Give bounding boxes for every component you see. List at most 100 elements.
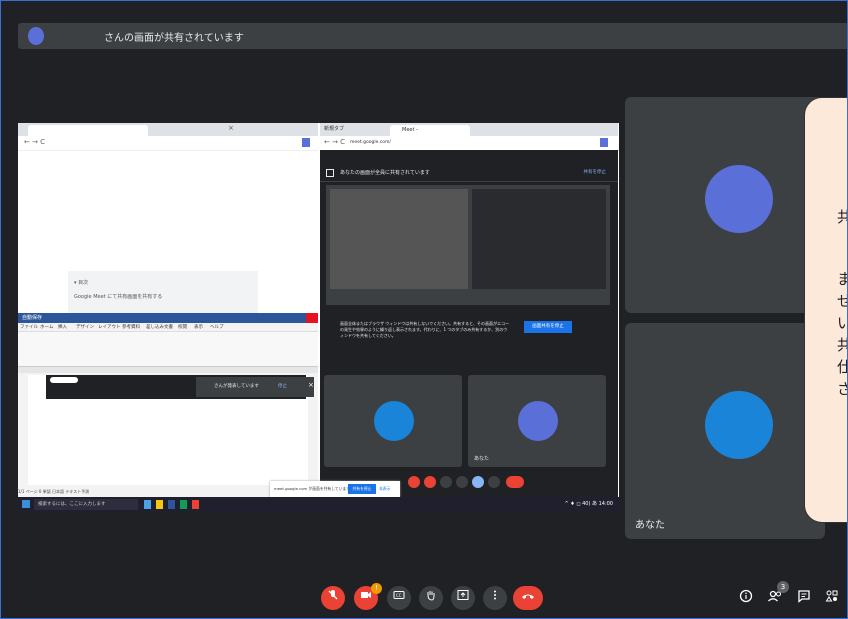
word-ruler [18, 367, 318, 373]
taskbar-search: 検索するには、ここに入力します [34, 499, 138, 510]
raise-hand-button[interactable] [419, 586, 443, 610]
word-page: さんが発表しています 停止 × [28, 375, 314, 485]
mirror-warning-text: 画面全体またはブラウザ ウィンドウは共有しないでください。共有すると、その画面が… [340, 321, 509, 338]
participant-label: あなた [635, 520, 665, 531]
left-browser-tabs: × [18, 123, 318, 136]
chrome-icon [180, 500, 187, 509]
word-menu-item: デザイン [76, 325, 94, 330]
meeting-controls: ! CC 3 [1, 581, 847, 618]
more-vert-icon [494, 590, 496, 600]
windows-taskbar: 検索するには、ここに入力します ^ ♦ ◻ 40) あ 14:00 [18, 497, 619, 513]
camera-off-icon [361, 592, 371, 598]
mini-more-icon [488, 476, 500, 488]
toc-heading: ▾ 目次 [74, 280, 89, 286]
mic-off-icon [328, 590, 338, 600]
callout-text: さ [837, 378, 847, 399]
presenter-avatar [28, 27, 44, 45]
stop-share-button: 画面共有を停止 [524, 321, 572, 333]
word-menu-item: ホーム [40, 325, 54, 330]
toc-item: Google Meet にて共有画面を共有する [74, 294, 163, 300]
callout-text: せ [837, 290, 847, 311]
folder-icon [156, 500, 163, 509]
word-window: 自動保存 ファイル ホーム 挿入 デザイン レイアウト 参考資料 差し込み文書 … [18, 313, 318, 497]
mirror-right [472, 189, 606, 289]
word-close-icon [306, 313, 318, 323]
participant-label: あなた [474, 456, 490, 462]
extension-icon [600, 138, 608, 147]
participant-tile [324, 375, 462, 467]
callout-text: 共 [837, 334, 847, 355]
system-tray: ^ ♦ ◻ 40) あ 14:00 [564, 501, 614, 507]
tab-close-icon: × [228, 124, 234, 132]
participant-avatar [374, 401, 414, 441]
meet-window: さんの画面が共有されています × ← → C ▾ 目次 Google Meet … [0, 0, 848, 619]
browser-tab-newtab: 新規タブ [324, 126, 345, 132]
share-banner-text: あなたの画面が全員に共有されています [340, 170, 430, 176]
mirror-inner [330, 189, 468, 289]
captions-button[interactable]: CC [387, 586, 411, 610]
mini-present-icon [472, 476, 484, 488]
left-browser-addressbar: ← → C [18, 136, 318, 151]
word-menu-item: 挿入 [58, 325, 67, 330]
more-options-button[interactable] [483, 586, 507, 610]
callout-bubble: 共 ま せ い 共 仕 さ [804, 97, 847, 523]
url-text: meet.google.com/ [350, 140, 391, 145]
participant-avatar [518, 401, 558, 441]
word-menu-item: 差し込み文書 [146, 325, 173, 330]
meet-share-notification: さんが発表しています 停止 × [46, 375, 314, 399]
share-popup: meet.google.com が画面を共有しています。 共有を停止 非表示 [270, 481, 400, 497]
hand-icon [427, 591, 435, 601]
present-icon [457, 590, 469, 600]
callout-text: 共 [837, 206, 847, 227]
mirror-view: 画面全体またはブラウザ ウィンドウは共有しないでください。共有すると、その画面が… [326, 185, 610, 365]
word-menu-item: 校閲 [178, 325, 187, 330]
hang-up-icon [522, 594, 534, 599]
participant-tile-right-1 [625, 97, 825, 313]
share-popup-hide-link: 非表示 [379, 486, 391, 491]
mini-cam-icon [424, 476, 436, 488]
nav-arrows-icon: ← → C [324, 138, 346, 146]
participant-tile-right-you: あなた [625, 323, 825, 539]
svg-text:CC: CC [396, 593, 402, 598]
word-titlebar: 自動保存 [18, 313, 318, 323]
word-menubar: ファイル ホーム 挿入 デザイン レイアウト 参考資料 差し込み文書 校閲 表示… [18, 323, 318, 332]
word-icon [168, 500, 175, 509]
shared-screen: × ← → C ▾ 目次 Google Meet にて共有画面を共有する 自動保… [18, 123, 619, 513]
mic-off-button[interactable] [321, 586, 345, 610]
chat-icon[interactable] [797, 589, 811, 607]
captions-icon: CC [393, 591, 405, 599]
info-icon[interactable] [739, 589, 753, 607]
share-popup-stop-button: 共有を停止 [348, 484, 376, 494]
camera-off-button[interactable]: ! [354, 583, 382, 610]
word-menu-item: レイアウト [98, 325, 121, 330]
windows-start-icon [22, 500, 30, 508]
close-icon: × [308, 381, 314, 389]
word-menu-item: 表示 [194, 325, 203, 330]
word-ribbon [18, 332, 318, 367]
present-icon [326, 169, 334, 177]
notification-text: さんが発表しています [214, 384, 259, 389]
participants-count-badge: 3 [777, 581, 789, 593]
participant-avatar [705, 165, 773, 233]
left-browser-tab [28, 125, 148, 136]
notification-stop-link: 停止 [278, 384, 287, 389]
right-browser-window: 新規タブ Meet - ← → C meet.google.com/ あなたの画… [320, 123, 618, 498]
browser-tab-meet: Meet - [390, 125, 470, 136]
extension-icon [302, 138, 310, 147]
end-call-button[interactable] [513, 586, 543, 610]
callout-text: 仕 [837, 356, 847, 377]
word-menu-item: 参考資料 [122, 325, 140, 330]
left-browser-window: × ← → C ▾ 目次 Google Meet にて共有画面を共有する [18, 123, 318, 313]
word-menu-item: ヘルプ [210, 325, 224, 330]
presentation-title: さんの画面が共有されています [104, 33, 244, 44]
taskbar-app-icon [144, 500, 151, 509]
participant-avatar [705, 391, 773, 459]
mini-cc-icon [440, 476, 452, 488]
word-menu-item: ファイル [20, 325, 38, 330]
present-button[interactable] [451, 586, 475, 610]
word-title: 自動保存 [22, 315, 43, 321]
activities-icon[interactable] [825, 589, 839, 607]
presentation-banner: さんの画面が共有されています [18, 23, 847, 49]
nav-arrows-icon: ← → C [24, 138, 46, 146]
notification-pill [50, 377, 78, 383]
